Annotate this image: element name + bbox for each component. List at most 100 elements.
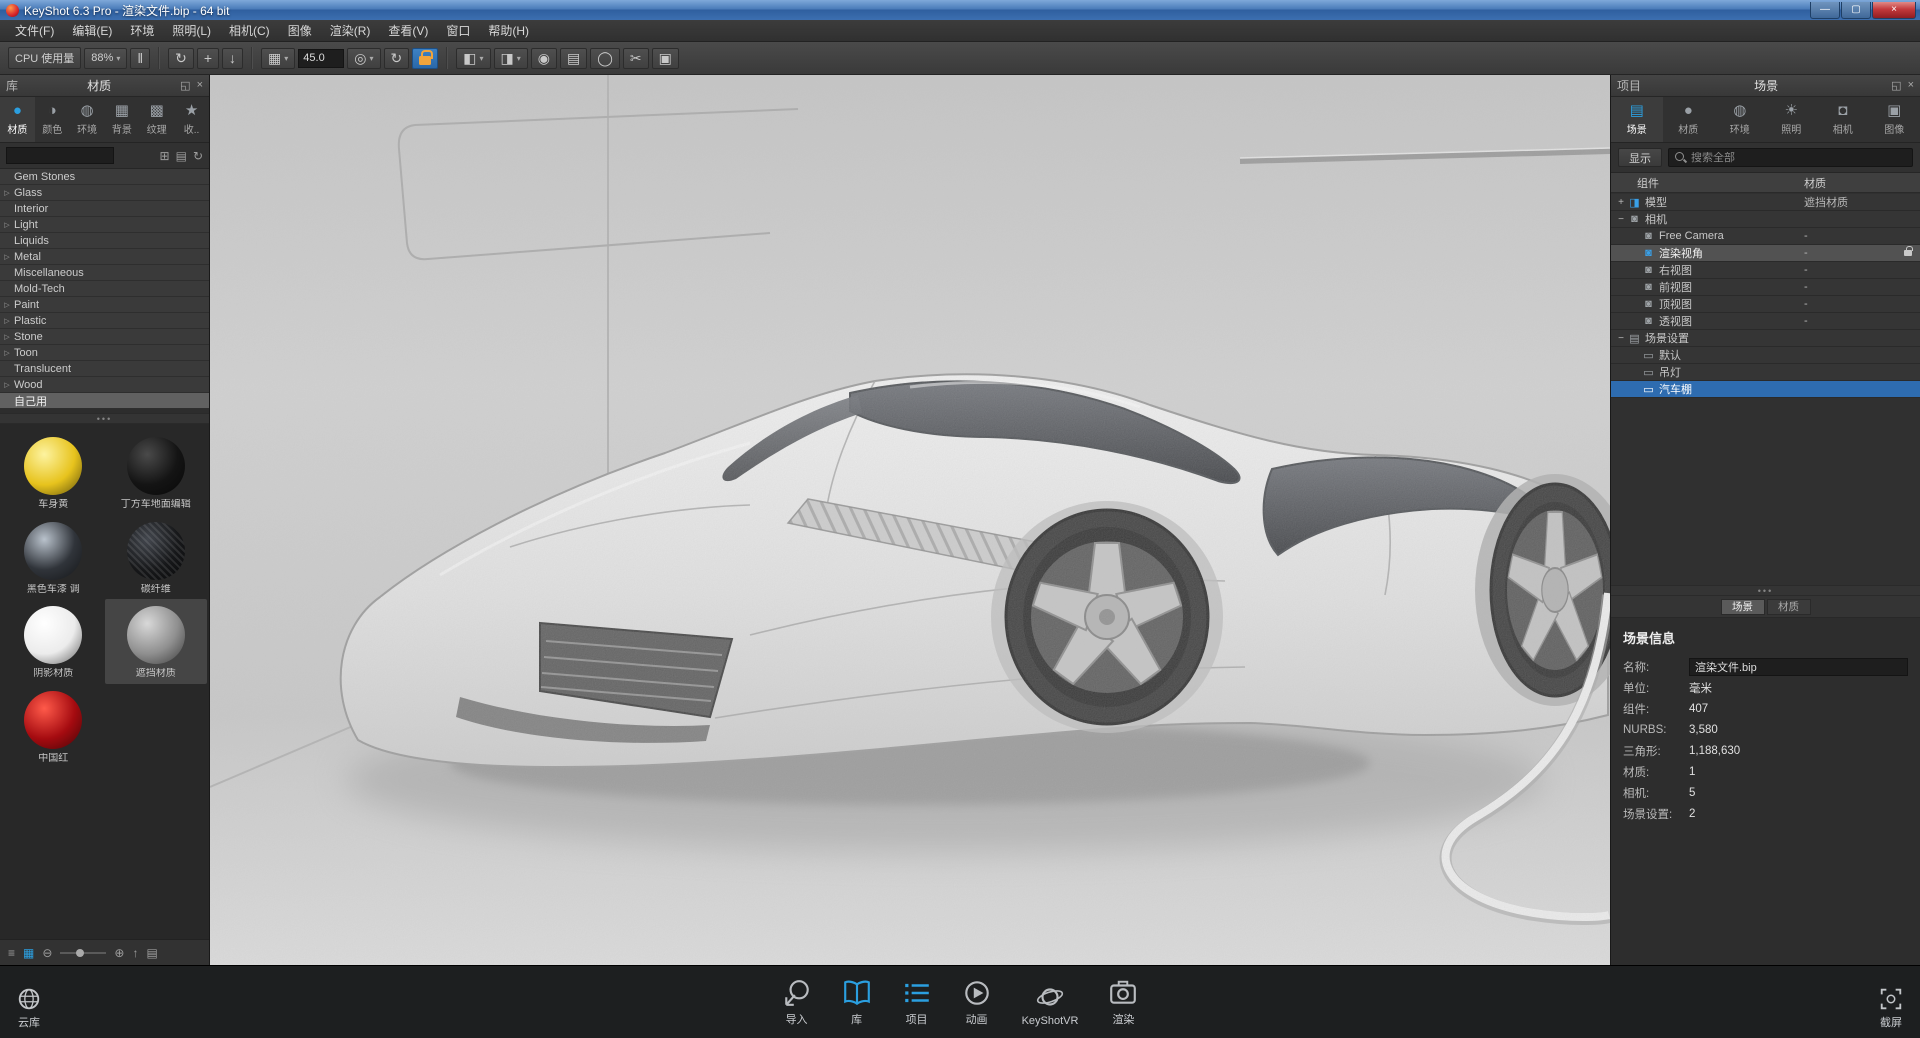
- list-view-button[interactable]: ≡: [8, 946, 15, 960]
- import-button[interactable]: 导入: [782, 978, 812, 1027]
- camera-lock-button[interactable]: [412, 48, 438, 69]
- library-folder-button[interactable]: ▤: [146, 946, 157, 960]
- scene-tree-row[interactable]: ◙右视图-: [1611, 262, 1920, 279]
- thumbnail-view-button[interactable]: ▦: [23, 946, 34, 960]
- menu-item-camera[interactable]: 相机(C): [220, 20, 279, 42]
- scene-tree-row[interactable]: ◙透视图-: [1611, 313, 1920, 330]
- library-folder-item[interactable]: ▷Paint: [0, 297, 209, 313]
- material-template-button[interactable]: ◉: [531, 48, 557, 69]
- material-thumbnail[interactable]: 遮挡材质: [105, 599, 208, 684]
- scene-tree-row[interactable]: −▤场景设置: [1611, 330, 1920, 347]
- screenshot-button[interactable]: 截屏: [1878, 986, 1904, 1030]
- subtab-material[interactable]: 材质: [1767, 599, 1811, 615]
- library-button[interactable]: 库: [842, 978, 872, 1027]
- scene-tree-row[interactable]: −◙相机: [1611, 211, 1920, 228]
- material-thumbnail[interactable]: 中国红: [2, 684, 105, 769]
- zoom-out-button[interactable]: ⊖: [42, 946, 52, 960]
- zoom-in-button[interactable]: ⊕: [114, 946, 124, 960]
- tab-image[interactable]: ▣图像: [1869, 97, 1920, 142]
- library-folder-item[interactable]: Mold-Tech: [0, 281, 209, 297]
- pan-button[interactable]: +: [197, 48, 219, 69]
- thumbnail-size-slider[interactable]: [60, 947, 106, 959]
- close-panel-icon[interactable]: ×: [1908, 79, 1914, 92]
- tree-expander-icon[interactable]: +: [1615, 197, 1627, 208]
- tab-environments[interactable]: ◍环境: [70, 97, 105, 142]
- cloud-library-button[interactable]: 云库: [16, 986, 42, 1030]
- library-folder-item[interactable]: Miscellaneous: [0, 265, 209, 281]
- undock-panel-icon[interactable]: ◱: [1891, 79, 1901, 92]
- library-folder-item[interactable]: ▷Stone: [0, 329, 209, 345]
- scene-tree-row[interactable]: ▭吊灯: [1611, 364, 1920, 381]
- subtab-scene[interactable]: 场景: [1721, 599, 1765, 615]
- tree-expander-icon[interactable]: −: [1615, 333, 1627, 344]
- panel-splitter-handle[interactable]: [1611, 585, 1920, 596]
- library-folder-item[interactable]: Gem Stones: [0, 169, 209, 185]
- scene-tree-row[interactable]: ◙前视图-: [1611, 279, 1920, 296]
- material-thumbnail[interactable]: 车身黄: [2, 430, 105, 515]
- material-thumbnail[interactable]: 丁方车地面编辑: [105, 430, 208, 515]
- material-thumbnail[interactable]: 碳纤维: [105, 515, 208, 600]
- panels-button[interactable]: ▤: [560, 48, 587, 69]
- slider-knob[interactable]: [76, 949, 84, 957]
- minimize-button[interactable]: —: [1810, 2, 1840, 19]
- tumble-button[interactable]: ↻: [168, 48, 194, 69]
- tab-material[interactable]: ●材质: [1663, 97, 1715, 142]
- titlebar[interactable]: KeyShot 6.3 Pro - 渲染文件.bip - 64 bit — ▢ …: [0, 0, 1920, 20]
- cpu-usage-button[interactable]: CPU 使用量: [8, 47, 81, 69]
- render-viewport[interactable]: [210, 75, 1610, 965]
- next-view-button[interactable]: ◨▾: [494, 48, 528, 69]
- library-folder-item[interactable]: 自己用: [0, 393, 209, 409]
- turntable-button[interactable]: ↻: [384, 48, 410, 69]
- tab-backplates[interactable]: ▦背景: [104, 97, 139, 142]
- upload-button[interactable]: ↑: [132, 946, 138, 960]
- scene-name-input[interactable]: [1689, 658, 1908, 676]
- library-folder-item[interactable]: ▷Metal: [0, 249, 209, 265]
- library-folder-item[interactable]: ▷Plastic: [0, 313, 209, 329]
- library-folder-item[interactable]: Translucent: [0, 361, 209, 377]
- scene-tree-row[interactable]: ◙渲染视角-: [1611, 245, 1920, 262]
- menu-item-view[interactable]: 查看(V): [379, 20, 437, 42]
- tab-lighting[interactable]: ☀照明: [1766, 97, 1818, 142]
- library-folder-item[interactable]: ▷Light: [0, 217, 209, 233]
- pause-button[interactable]: ‖: [130, 48, 150, 69]
- realtime-view[interactable]: [210, 75, 1610, 965]
- scene-tree-row[interactable]: +◨模型遮挡材质: [1611, 194, 1920, 211]
- library-search-input[interactable]: [6, 147, 114, 164]
- project-button[interactable]: 项目: [902, 978, 932, 1027]
- panel-splitter-handle[interactable]: [0, 413, 209, 424]
- tab-environment[interactable]: ◍环境: [1714, 97, 1766, 142]
- tab-scene[interactable]: ▤场景: [1611, 97, 1663, 142]
- material-thumbnail[interactable]: 黑色车漆 调: [2, 515, 105, 600]
- library-folder-item[interactable]: ▷Glass: [0, 185, 209, 201]
- library-folder-item[interactable]: ▷Wood: [0, 377, 209, 393]
- perspective-button[interactable]: ▦▾: [261, 48, 295, 69]
- menu-item-window[interactable]: 窗口: [437, 20, 479, 42]
- scene-tree-row[interactable]: ◙Free Camera-: [1611, 228, 1920, 245]
- close-panel-icon[interactable]: ×: [197, 79, 203, 92]
- menu-item-image[interactable]: 图像: [279, 20, 321, 42]
- section-cut-button[interactable]: ✂: [623, 48, 649, 69]
- close-button[interactable]: ×: [1872, 2, 1916, 19]
- scene-tree-row[interactable]: ◙顶视图-: [1611, 296, 1920, 313]
- scene-tree-row[interactable]: ▭默认: [1611, 347, 1920, 364]
- tab-favorites[interactable]: ★收..: [174, 97, 209, 142]
- library-folder-item[interactable]: ▷Toon: [0, 345, 209, 361]
- material-thumbnail[interactable]: 阴影材质: [2, 599, 105, 684]
- render-button[interactable]: 渲染: [1108, 978, 1138, 1027]
- undock-panel-icon[interactable]: ◱: [180, 79, 190, 92]
- tab-materials[interactable]: ●材质: [0, 97, 35, 142]
- library-folder-item[interactable]: Liquids: [0, 233, 209, 249]
- menu-item-file[interactable]: 文件(F): [6, 20, 63, 42]
- focal-length-input[interactable]: [298, 49, 344, 68]
- scene-tree-row[interactable]: ▭汽车棚: [1611, 381, 1920, 398]
- menu-item-lighting[interactable]: 照明(L): [163, 20, 220, 42]
- refresh-library-button[interactable]: ↻: [193, 149, 203, 163]
- maximize-button[interactable]: ▢: [1841, 2, 1871, 19]
- show-dropdown-button[interactable]: 显示: [1618, 148, 1662, 167]
- tree-expander-icon[interactable]: −: [1615, 214, 1627, 225]
- tab-textures[interactable]: ▩纹理: [139, 97, 174, 142]
- library-folder-item[interactable]: Interior: [0, 201, 209, 217]
- tab-colors[interactable]: ◑颜色: [35, 97, 70, 142]
- lens-settings-dropdown[interactable]: ◎▾: [347, 48, 380, 69]
- render-image-button[interactable]: ▣: [652, 48, 679, 69]
